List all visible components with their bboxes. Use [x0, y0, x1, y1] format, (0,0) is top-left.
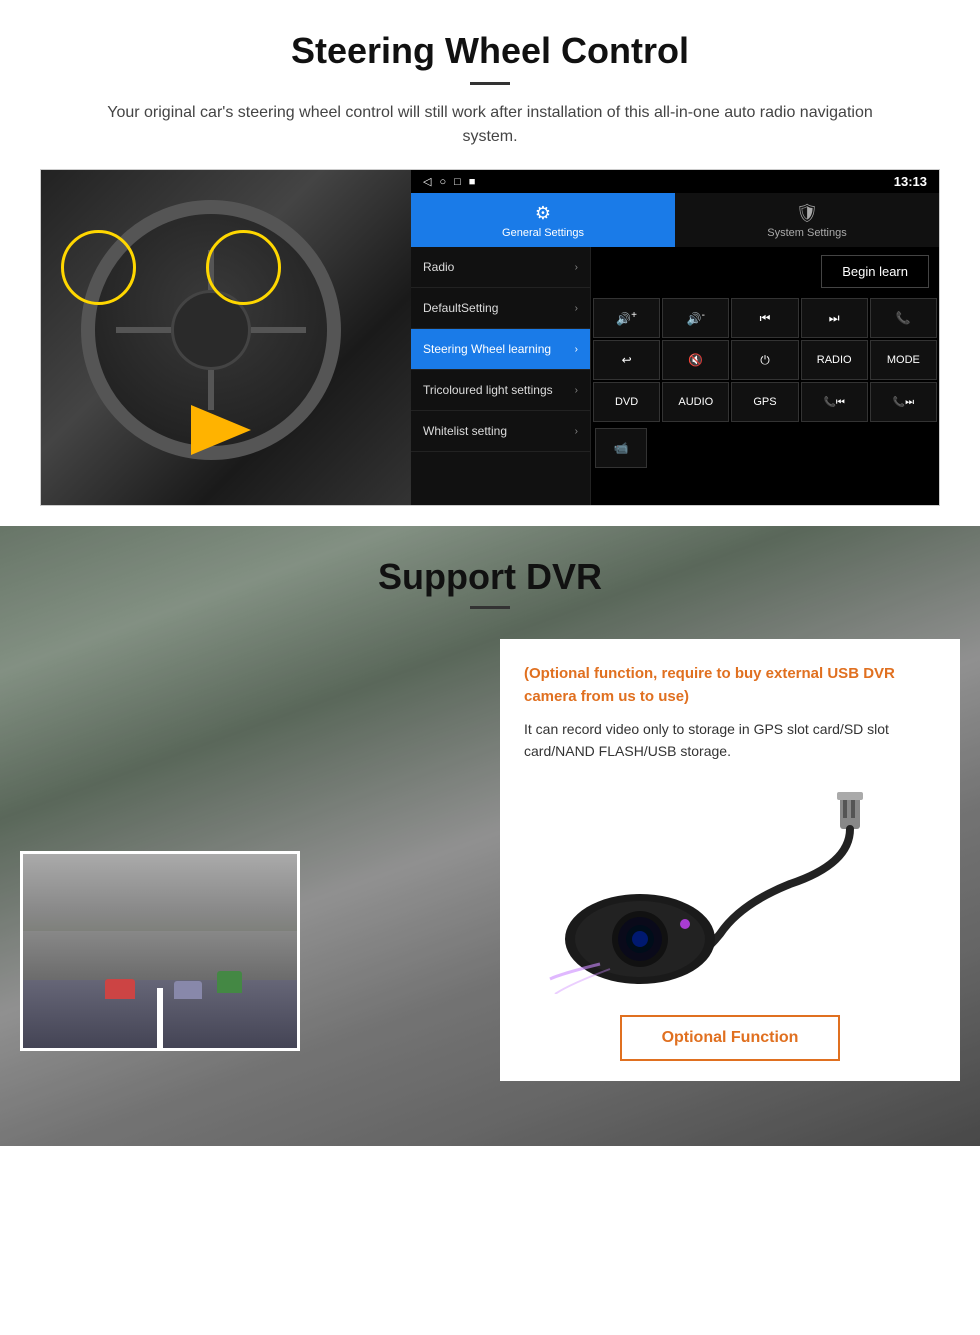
tab-general-label: General Settings: [502, 227, 584, 239]
ctrl-record[interactable]: 📹: [595, 428, 647, 468]
dvr-right-panel: (Optional function, require to buy exter…: [500, 639, 960, 1081]
menu-whitelist-label: Whitelist setting: [423, 424, 507, 438]
statusbar-left: ◁ ○ □ ■: [423, 175, 475, 188]
title-divider: [470, 82, 510, 85]
ctrl-gps[interactable]: GPS: [731, 382, 798, 422]
dvr-title: Support DVR: [0, 556, 980, 598]
menu-tricoloured-chevron: ›: [575, 385, 578, 396]
arrow-shape: [191, 405, 251, 455]
android-right-panel: Begin learn 🔊+ 🔊- ⏮: [591, 247, 939, 505]
dvr-header: Support DVR: [0, 526, 980, 629]
back-symbol: ◁: [423, 175, 431, 188]
ctrl-call-prev[interactable]: 📞⏮: [801, 382, 868, 422]
steering-wheel-image: [41, 170, 411, 505]
tab-system-settings[interactable]: 🛡 System Settings: [675, 193, 939, 247]
call-prev-icon: 📞⏮: [823, 397, 844, 408]
menu-symbol: ■: [469, 176, 476, 188]
steering-section: Steering Wheel Control Your original car…: [0, 0, 980, 526]
ctrl-phone[interactable]: 📞: [870, 298, 937, 338]
dvr-content-area: (Optional function, require to buy exter…: [0, 629, 980, 1111]
begin-learn-button[interactable]: Begin learn: [821, 255, 929, 288]
dvr-left-panel: [20, 639, 480, 1081]
android-ui-mockup: ◁ ○ □ ■ 13:13 ⚙ General Settings 🛡 Syste…: [40, 169, 940, 506]
menu-steering-chevron: ›: [575, 344, 578, 355]
control-buttons-grid: 🔊+ 🔊- ⏮ ⏭ 📞: [591, 296, 939, 424]
hangup-icon: ↩: [622, 353, 632, 367]
record-icon: 📹: [614, 441, 629, 455]
tab-general-settings[interactable]: ⚙ General Settings: [411, 193, 675, 247]
mode-label-btn: MODE: [887, 354, 920, 366]
dvr-optional-warning: (Optional function, require to buy exter…: [524, 663, 936, 708]
highlight-circle-right: [206, 230, 281, 305]
ctrl-vol-dn[interactable]: 🔊-: [662, 298, 729, 338]
begin-learn-row: Begin learn: [591, 247, 939, 296]
road-center-line: [157, 988, 163, 1048]
camera-svg: [540, 784, 920, 994]
menu-radio-label: Radio: [423, 260, 454, 274]
system-icon: 🛡: [796, 203, 819, 224]
dvd-label-btn: DVD: [615, 396, 638, 408]
settings-icon: ⚙: [535, 203, 551, 224]
steering-title: Steering Wheel Control: [40, 30, 940, 72]
android-menu: Radio › DefaultSetting › Steering Wheel …: [411, 247, 591, 505]
prev-icon: ⏮: [760, 311, 771, 326]
audio-label-btn: AUDIO: [678, 396, 713, 408]
menu-default-chevron: ›: [575, 303, 578, 314]
dvr-camera-thumbnail: [20, 851, 300, 1051]
spoke-bottom: [208, 370, 214, 410]
spoke-left: [116, 327, 171, 333]
steering-subtitle: Your original car's steering wheel contr…: [80, 101, 900, 149]
optional-function-button[interactable]: Optional Function: [620, 1015, 841, 1061]
ctrl-mode[interactable]: MODE: [870, 340, 937, 380]
vol-dn-icon: 🔊-: [687, 310, 705, 326]
menu-item-whitelist[interactable]: Whitelist setting ›: [411, 411, 590, 452]
recents-symbol: □: [454, 176, 461, 188]
ctrl-audio[interactable]: AUDIO: [662, 382, 729, 422]
statusbar-time: 13:13: [894, 174, 927, 189]
ctrl-next[interactable]: ⏭: [801, 298, 868, 338]
dvr-description-text: It can record video only to storage in G…: [524, 718, 936, 763]
dvr-title-divider: [470, 606, 510, 609]
spoke-right: [251, 327, 306, 333]
phone-icon: 📞: [896, 311, 911, 325]
android-tabs: ⚙ General Settings 🛡 System Settings: [411, 193, 939, 247]
menu-radio-chevron: ›: [575, 262, 578, 273]
menu-whitelist-chevron: ›: [575, 426, 578, 437]
ctrl-power[interactable]: ⏻: [731, 340, 798, 380]
next-icon: ⏭: [829, 311, 840, 326]
ctrl-mute[interactable]: 🔇: [662, 340, 729, 380]
menu-default-label: DefaultSetting: [423, 301, 498, 315]
dvr-section: Support DVR (Optional funct: [0, 526, 980, 1146]
home-symbol: ○: [439, 176, 446, 188]
menu-item-steering-learning[interactable]: Steering Wheel learning ›: [411, 329, 590, 370]
menu-item-tricoloured[interactable]: Tricoloured light settings ›: [411, 370, 590, 411]
tab-system-label: System Settings: [767, 227, 846, 239]
android-content: Radio › DefaultSetting › Steering Wheel …: [411, 247, 939, 505]
menu-steering-label: Steering Wheel learning: [423, 342, 551, 356]
dvr-info-card: (Optional function, require to buy exter…: [500, 639, 960, 1081]
ctrl-vol-up[interactable]: 🔊+: [593, 298, 660, 338]
menu-item-defaultsetting[interactable]: DefaultSetting ›: [411, 288, 590, 329]
menu-item-radio[interactable]: Radio ›: [411, 247, 590, 288]
highlight-circle-left: [61, 230, 136, 305]
arrow-indicator: [191, 405, 271, 455]
ctrl-call-next[interactable]: 📞⏭: [870, 382, 937, 422]
radio-label-btn: RADIO: [817, 354, 852, 366]
gps-label-btn: GPS: [753, 396, 776, 408]
power-icon: ⏻: [760, 353, 770, 368]
vol-up-icon: 🔊+: [616, 310, 637, 326]
mute-icon: 🔇: [688, 353, 703, 367]
call-next-icon: 📞⏭: [893, 397, 914, 408]
android-panel: ◁ ○ □ ■ 13:13 ⚙ General Settings 🛡 Syste…: [411, 170, 939, 505]
ctrl-prev[interactable]: ⏮: [731, 298, 798, 338]
thumb-inner: [23, 854, 297, 1048]
android-statusbar: ◁ ○ □ ■ 13:13: [411, 170, 939, 193]
ctrl-dvd[interactable]: DVD: [593, 382, 660, 422]
ctrl-radio[interactable]: RADIO: [801, 340, 868, 380]
dvr-camera-illustration: [524, 779, 936, 999]
menu-tricoloured-label: Tricoloured light settings: [423, 383, 553, 397]
ctrl-hangup[interactable]: ↩: [593, 340, 660, 380]
